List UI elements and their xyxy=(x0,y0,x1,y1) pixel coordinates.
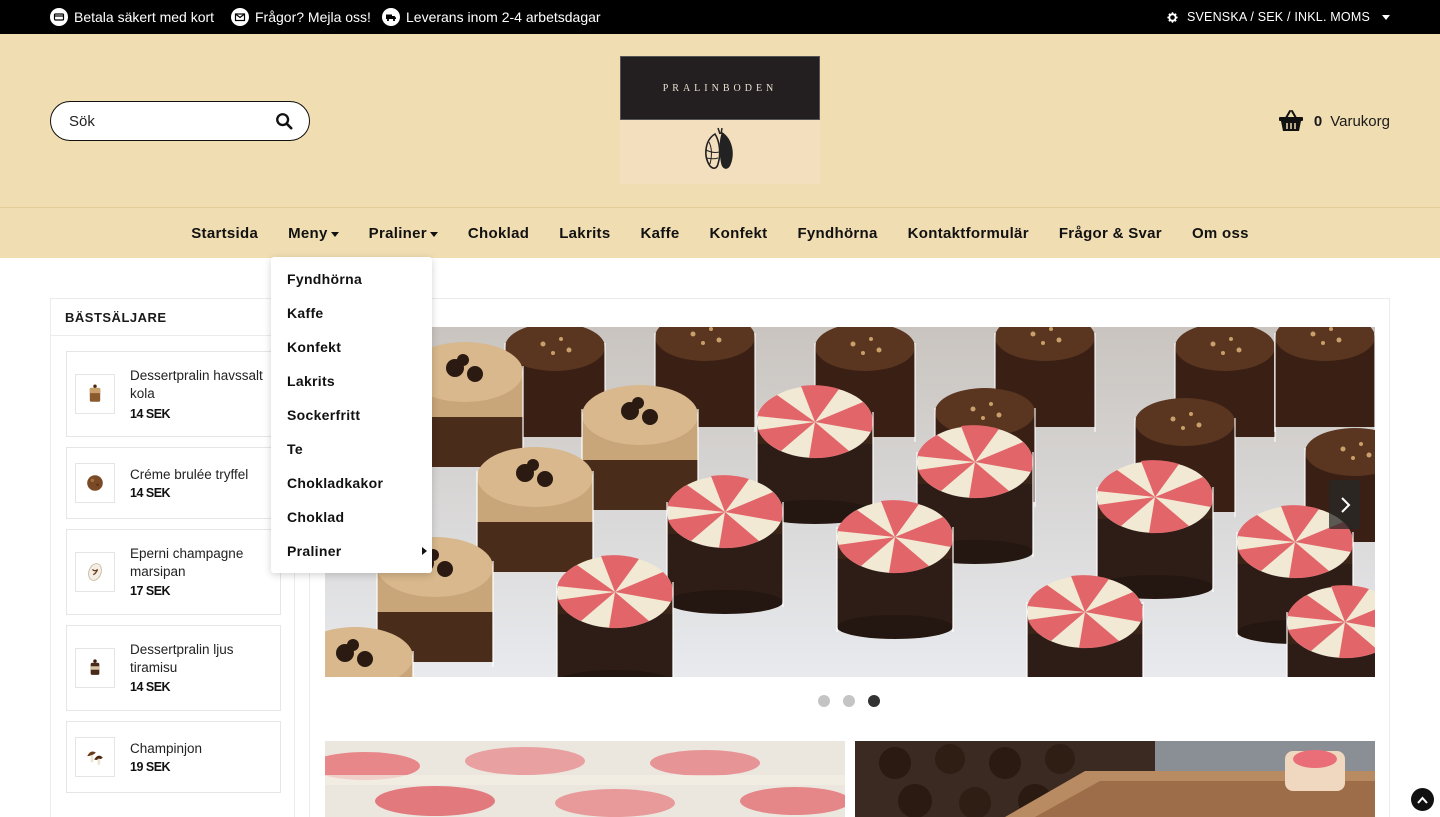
nav-label: Choklad xyxy=(467,225,530,242)
product-card[interactable]: Dessertpralin havssalt kola 14 SEK xyxy=(66,351,281,437)
product-name[interactable]: Eperni champagne marsipan xyxy=(130,545,270,581)
dropdown-item-praliner[interactable]: Praliner xyxy=(271,534,432,568)
product-card[interactable]: Eperni champagne marsipan 17 SEK xyxy=(66,529,281,615)
product-name[interactable]: Dessertpralin havssalt kola xyxy=(130,367,270,403)
dropdown-item-chokladkakor[interactable]: Chokladkakor xyxy=(271,466,432,500)
envelope-icon xyxy=(231,8,249,26)
product-thumbnail[interactable] xyxy=(75,737,115,777)
cocoa-bean-icon xyxy=(705,127,733,169)
search-icon[interactable] xyxy=(273,110,295,132)
chevron-right-icon xyxy=(1340,496,1350,513)
nav-label: Lakrits xyxy=(559,225,611,242)
delivery-info: Leverans inom 2-4 arbetsdagar xyxy=(382,0,601,34)
chevron-up-icon xyxy=(1417,796,1428,804)
chevron-down-icon xyxy=(429,232,438,237)
promo-banner-left[interactable] xyxy=(325,741,845,817)
product-thumbnail[interactable] xyxy=(75,463,115,503)
nav-label: Kaffe xyxy=(640,225,680,242)
product-name[interactable]: Champinjon xyxy=(130,740,270,758)
credit-card-icon xyxy=(50,8,68,26)
contact-email-link[interactable]: Frågor? Mejla oss! xyxy=(231,0,371,34)
nav-label: Konfekt xyxy=(709,225,768,242)
slider-next-button[interactable] xyxy=(1329,480,1360,529)
slider-dot[interactable] xyxy=(843,695,855,707)
promo-banner-right[interactable] xyxy=(855,741,1375,817)
product-price: 17 SEK xyxy=(130,584,171,598)
slider-dots xyxy=(818,695,880,707)
product-card[interactable]: Dessertpralin ljus tiramisu 14 SEK xyxy=(66,625,281,711)
hero-slider[interactable] xyxy=(325,327,1375,677)
dropdown-item-kaffe[interactable]: Kaffe xyxy=(271,296,432,330)
logo-plate: PRALINBODEN xyxy=(620,56,820,120)
dropdown-item-fyndhorna[interactable]: Fyndhörna xyxy=(271,262,432,296)
truck-icon xyxy=(382,8,400,26)
product-thumbnail[interactable] xyxy=(75,552,115,592)
product-price: 19 SEK xyxy=(130,760,171,774)
locale-label: SVENSKA / SEK / INKL. MOMS xyxy=(1186,10,1370,24)
dropdown-item-lakrits[interactable]: Lakrits xyxy=(271,364,432,398)
nav-item-startsida[interactable]: Startsida xyxy=(176,225,273,242)
product-card[interactable]: Créme brulée tryffel 14 SEK xyxy=(66,447,281,519)
product-card[interactable]: Champinjon 19 SEK xyxy=(66,721,281,793)
cart-label: Varukorg xyxy=(1330,112,1390,130)
product-name[interactable]: Créme brulée tryffel xyxy=(130,466,270,484)
nav-label: Startsida xyxy=(191,225,259,242)
nav-item-kontaktformular[interactable]: Kontaktformulär xyxy=(893,225,1044,242)
promo-image xyxy=(855,741,1375,817)
bestsellers-title: BÄSTSÄLJARE xyxy=(51,299,294,336)
nav-label: Fyndhörna xyxy=(797,225,878,242)
dropdown-item-sockerfritt[interactable]: Sockerfritt xyxy=(271,398,432,432)
product-price: 14 SEK xyxy=(130,680,171,694)
chevron-right-icon xyxy=(422,547,427,555)
slider-dot[interactable] xyxy=(818,695,830,707)
secure-payment-info: Betala säkert med kort xyxy=(50,0,214,34)
locale-selector[interactable]: SVENSKA / SEK / INKL. MOMS xyxy=(1166,0,1390,34)
product-price: 14 SEK xyxy=(130,407,171,421)
logo-text: PRALINBODEN xyxy=(662,82,778,94)
site-logo[interactable]: PRALINBODEN xyxy=(620,56,820,184)
top-bar: Betala säkert med kort Frågor? Mejla oss… xyxy=(0,0,1440,34)
dropdown-item-te[interactable]: Te xyxy=(271,432,432,466)
nav-label: Meny xyxy=(288,225,328,242)
dropdown-item-choklad[interactable]: Choklad xyxy=(271,500,432,534)
nav-item-praliner[interactable]: Praliner xyxy=(354,225,453,242)
secure-payment-label: Betala säkert med kort xyxy=(74,9,215,25)
dropdown-item-konfekt[interactable]: Konfekt xyxy=(271,330,432,364)
promo-image xyxy=(325,741,845,817)
meny-dropdown: Fyndhörna Kaffe Konfekt Lakrits Sockerfr… xyxy=(271,257,432,573)
nav-item-lakrits[interactable]: Lakrits xyxy=(544,225,625,242)
contact-email-label: Frågor? Mejla oss! xyxy=(255,9,371,25)
product-price: 14 SEK xyxy=(130,486,171,500)
site-header: PRALINBODEN 0 Varukorg xyxy=(0,34,1440,207)
slider-dot-active[interactable] xyxy=(868,695,880,707)
cart-count: 0 xyxy=(1313,112,1323,130)
product-thumbnail[interactable] xyxy=(75,648,115,688)
nav-item-kaffe[interactable]: Kaffe xyxy=(626,225,695,242)
dropdown-item-label: Praliner xyxy=(287,543,342,559)
nav-label: Frågor & Svar xyxy=(1058,225,1162,242)
product-thumbnail[interactable] xyxy=(75,374,115,414)
basket-icon xyxy=(1278,110,1303,131)
nav-item-fyndhorna[interactable]: Fyndhörna xyxy=(782,225,892,242)
hero-slide-image xyxy=(325,327,1375,677)
search-input[interactable] xyxy=(69,110,259,132)
delivery-label: Leverans inom 2-4 arbetsdagar xyxy=(406,9,601,25)
nav-item-meny[interactable]: Meny xyxy=(273,225,354,242)
nav-label: Praliner xyxy=(368,225,427,242)
chevron-down-icon xyxy=(1382,14,1390,20)
gear-icon xyxy=(1167,11,1178,23)
nav-item-konfekt[interactable]: Konfekt xyxy=(695,225,783,242)
cart-link[interactable]: 0 Varukorg xyxy=(1278,107,1390,135)
nav-item-om-oss[interactable]: Om oss xyxy=(1177,225,1264,242)
search-box xyxy=(50,101,310,141)
chevron-down-icon xyxy=(330,232,339,237)
nav-label: Om oss xyxy=(1191,225,1249,242)
nav-label: Kontaktformulär xyxy=(907,225,1029,242)
main-nav: Startsida Meny Praliner Choklad Lakrits … xyxy=(0,207,1440,258)
product-name[interactable]: Dessertpralin ljus tiramisu xyxy=(130,641,270,677)
nav-item-choklad[interactable]: Choklad xyxy=(453,225,544,242)
bestsellers-sidebar: BÄSTSÄLJARE Dessertpralin havssalt kola … xyxy=(50,298,295,817)
back-to-top-button[interactable] xyxy=(1411,788,1434,811)
nav-item-fragor-svar[interactable]: Frågor & Svar xyxy=(1044,225,1177,242)
